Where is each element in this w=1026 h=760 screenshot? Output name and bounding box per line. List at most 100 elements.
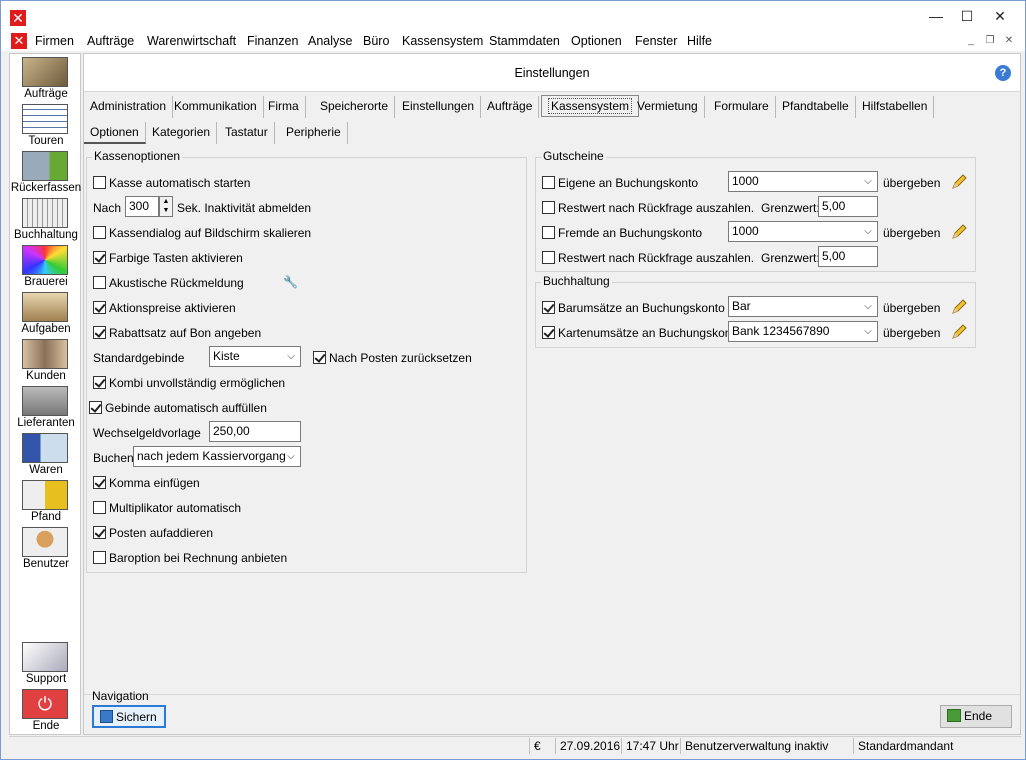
end-button[interactable]: Ende — [940, 705, 1012, 728]
menu-warenwirtschaft[interactable]: Warenwirtschaft — [147, 34, 236, 48]
wrench-icon[interactable]: 🔧 — [283, 275, 298, 289]
sidebar-item-waren[interactable]: Waren — [10, 432, 82, 478]
nach-posten-row[interactable]: Nach Posten zurücksetzen — [313, 351, 472, 365]
wechselgeld-input[interactable]: 250,00 — [209, 421, 301, 442]
komma-checkbox[interactable] — [93, 476, 106, 489]
menu-logo-icon[interactable]: ✕ — [11, 33, 27, 49]
sidebar-item-pfand[interactable]: Pfand — [10, 479, 82, 525]
tab-auftraege[interactable]: Aufträge — [481, 96, 540, 118]
eigene-row[interactable]: Eigene an Buchungskonto — [542, 176, 698, 190]
mdi-minimize-button[interactable]: _ — [963, 34, 979, 48]
rabattsatz-checkbox[interactable] — [93, 326, 106, 339]
sidebar-item-lieferanten[interactable]: Lieferanten — [10, 385, 82, 431]
tab-hilfstabellen[interactable]: Hilfstabellen — [856, 96, 935, 118]
inaktiv-seconds-spinner[interactable]: ▲ ▼ — [159, 196, 173, 217]
inaktiv-seconds-input[interactable]: 300 — [125, 196, 159, 217]
sidebar-item-auftraege[interactable]: Aufträge — [10, 56, 82, 102]
skalieren-row[interactable]: Kassendialog auf Bildschirm skalieren — [93, 226, 311, 240]
multiplikator-checkbox[interactable] — [93, 501, 106, 514]
subtab-tastatur[interactable]: Tastatur — [219, 122, 275, 144]
kartenumsaetze-konto-select[interactable]: Bank 1234567890 ⌵ — [728, 321, 878, 342]
subtab-kategorien[interactable]: Kategorien — [146, 122, 218, 144]
menu-analyse[interactable]: Analyse — [308, 34, 352, 48]
sidebar-item-buchhaltung[interactable]: Buchhaltung — [10, 197, 82, 243]
fremde-konto-select[interactable]: 1000 ⌵ — [728, 221, 878, 242]
eigene-konto-select[interactable]: 1000 ⌵ — [728, 171, 878, 192]
kartenumsaetze-checkbox[interactable] — [542, 326, 555, 339]
fremde-row[interactable]: Fremde an Buchungskonto — [542, 226, 702, 240]
akustisch-checkbox[interactable] — [93, 276, 106, 289]
sidebar-item-touren[interactable]: Touren — [10, 103, 82, 149]
grenzwert2-input[interactable]: 5,00 — [818, 246, 878, 267]
mdi-restore-button[interactable]: ❐ — [982, 34, 998, 48]
menu-fenster[interactable]: Fenster — [635, 34, 677, 48]
tab-vermietung[interactable]: Vermietung — [631, 96, 705, 118]
sidebar-item-support[interactable]: Support — [10, 641, 82, 687]
kartenumsaetze-row[interactable]: Kartenumsätze an Buchungskonto — [542, 326, 741, 340]
help-icon[interactable]: ? — [995, 65, 1011, 81]
sidebar-item-benutzer[interactable]: Benutzer — [10, 526, 82, 572]
restwert2-row[interactable]: Restwert nach Rückfrage auszahlen. — [542, 251, 754, 265]
posten-row[interactable]: Posten aufaddieren — [93, 526, 213, 540]
pencil-icon[interactable] — [950, 298, 968, 316]
menu-auftraege[interactable]: Aufträge — [87, 34, 134, 48]
farbige-checkbox[interactable] — [93, 251, 106, 264]
menu-optionen[interactable]: Optionen — [571, 34, 622, 48]
mdi-close-button[interactable]: ✕ — [1001, 34, 1017, 48]
subtab-peripherie[interactable]: Peripherie — [280, 122, 348, 144]
multiplikator-row[interactable]: Multiplikator automatisch — [93, 501, 241, 515]
posten-checkbox[interactable] — [93, 526, 106, 539]
grenzwert1-input[interactable]: 5,00 — [818, 196, 878, 217]
tab-einstellungen[interactable]: Einstellungen — [396, 96, 482, 118]
tab-kassensystem[interactable]: Kassensystem — [541, 95, 640, 117]
maximize-button[interactable]: ☐ — [953, 5, 981, 27]
aktionspreise-row[interactable]: Aktionspreise aktivieren — [93, 301, 236, 315]
barumsaetze-konto-select[interactable]: Bar ⌵ — [728, 296, 878, 317]
fremde-checkbox[interactable] — [542, 226, 555, 239]
tab-kommunikation[interactable]: Kommunikation — [168, 96, 264, 118]
buchen-select[interactable]: nach jedem Kassiervorgang ⌵ — [133, 446, 301, 467]
komma-row[interactable]: Komma einfügen — [93, 476, 200, 490]
subtab-optionen[interactable]: Optionen — [84, 122, 146, 144]
sidebar-item-brauerei[interactable]: Brauerei — [10, 244, 82, 290]
restwert1-row[interactable]: Restwert nach Rückfrage auszahlen. — [542, 201, 754, 215]
save-button[interactable]: Sichern — [92, 705, 166, 728]
pencil-icon[interactable] — [950, 173, 968, 191]
tab-firma[interactable]: Firma — [262, 96, 306, 118]
aktionspreise-checkbox[interactable] — [93, 301, 106, 314]
rabattsatz-row[interactable]: Rabattsatz auf Bon angeben — [93, 326, 261, 340]
kasse-auto-row[interactable]: Kasse automatisch starten — [93, 176, 250, 190]
pencil-icon[interactable] — [950, 323, 968, 341]
nach-posten-checkbox[interactable] — [313, 351, 326, 364]
minimize-button[interactable]: — — [922, 5, 950, 27]
menu-stammdaten[interactable]: Stammdaten — [489, 34, 560, 48]
baroption-checkbox[interactable] — [93, 551, 106, 564]
close-button[interactable]: ✕ — [986, 5, 1014, 27]
skalieren-checkbox[interactable] — [93, 226, 106, 239]
baroption-row[interactable]: Baroption bei Rechnung anbieten — [93, 551, 287, 565]
tab-formulare[interactable]: Formulare — [708, 96, 776, 118]
restwert2-checkbox[interactable] — [542, 251, 555, 264]
sidebar-item-aufgaben[interactable]: Aufgaben — [10, 291, 82, 337]
kasse-auto-checkbox[interactable] — [93, 176, 106, 189]
pencil-icon[interactable] — [950, 223, 968, 241]
sidebar-item-rueckerfassen[interactable]: Rückerfassen — [10, 150, 82, 196]
kombi-row[interactable]: Kombi unvollständig ermöglichen — [93, 376, 285, 390]
akustisch-row[interactable]: Akustische Rückmeldung — [93, 276, 244, 290]
restwert1-checkbox[interactable] — [542, 201, 555, 214]
gebinde-auto-row[interactable]: Gebinde automatisch auffüllen — [89, 401, 267, 415]
standardgebinde-select[interactable]: Kiste ⌵ — [209, 346, 301, 367]
gebinde-auto-checkbox[interactable] — [89, 401, 102, 414]
tab-pfandtabelle[interactable]: Pfandtabelle — [776, 96, 856, 118]
eigene-checkbox[interactable] — [542, 176, 555, 189]
barumsaetze-row[interactable]: Barumsätze an Buchungskonto — [542, 301, 725, 315]
barumsaetze-checkbox[interactable] — [542, 301, 555, 314]
menu-firmen[interactable]: Firmen — [35, 34, 74, 48]
menu-kassensystem[interactable]: Kassensystem — [402, 34, 483, 48]
farbige-row[interactable]: Farbige Tasten aktivieren — [93, 251, 243, 265]
tab-speicherorte[interactable]: Speicherorte — [314, 96, 396, 118]
kombi-checkbox[interactable] — [93, 376, 106, 389]
menu-buero[interactable]: Büro — [363, 34, 389, 48]
menu-finanzen[interactable]: Finanzen — [247, 34, 298, 48]
sidebar-item-kunden[interactable]: Kunden — [10, 338, 82, 384]
